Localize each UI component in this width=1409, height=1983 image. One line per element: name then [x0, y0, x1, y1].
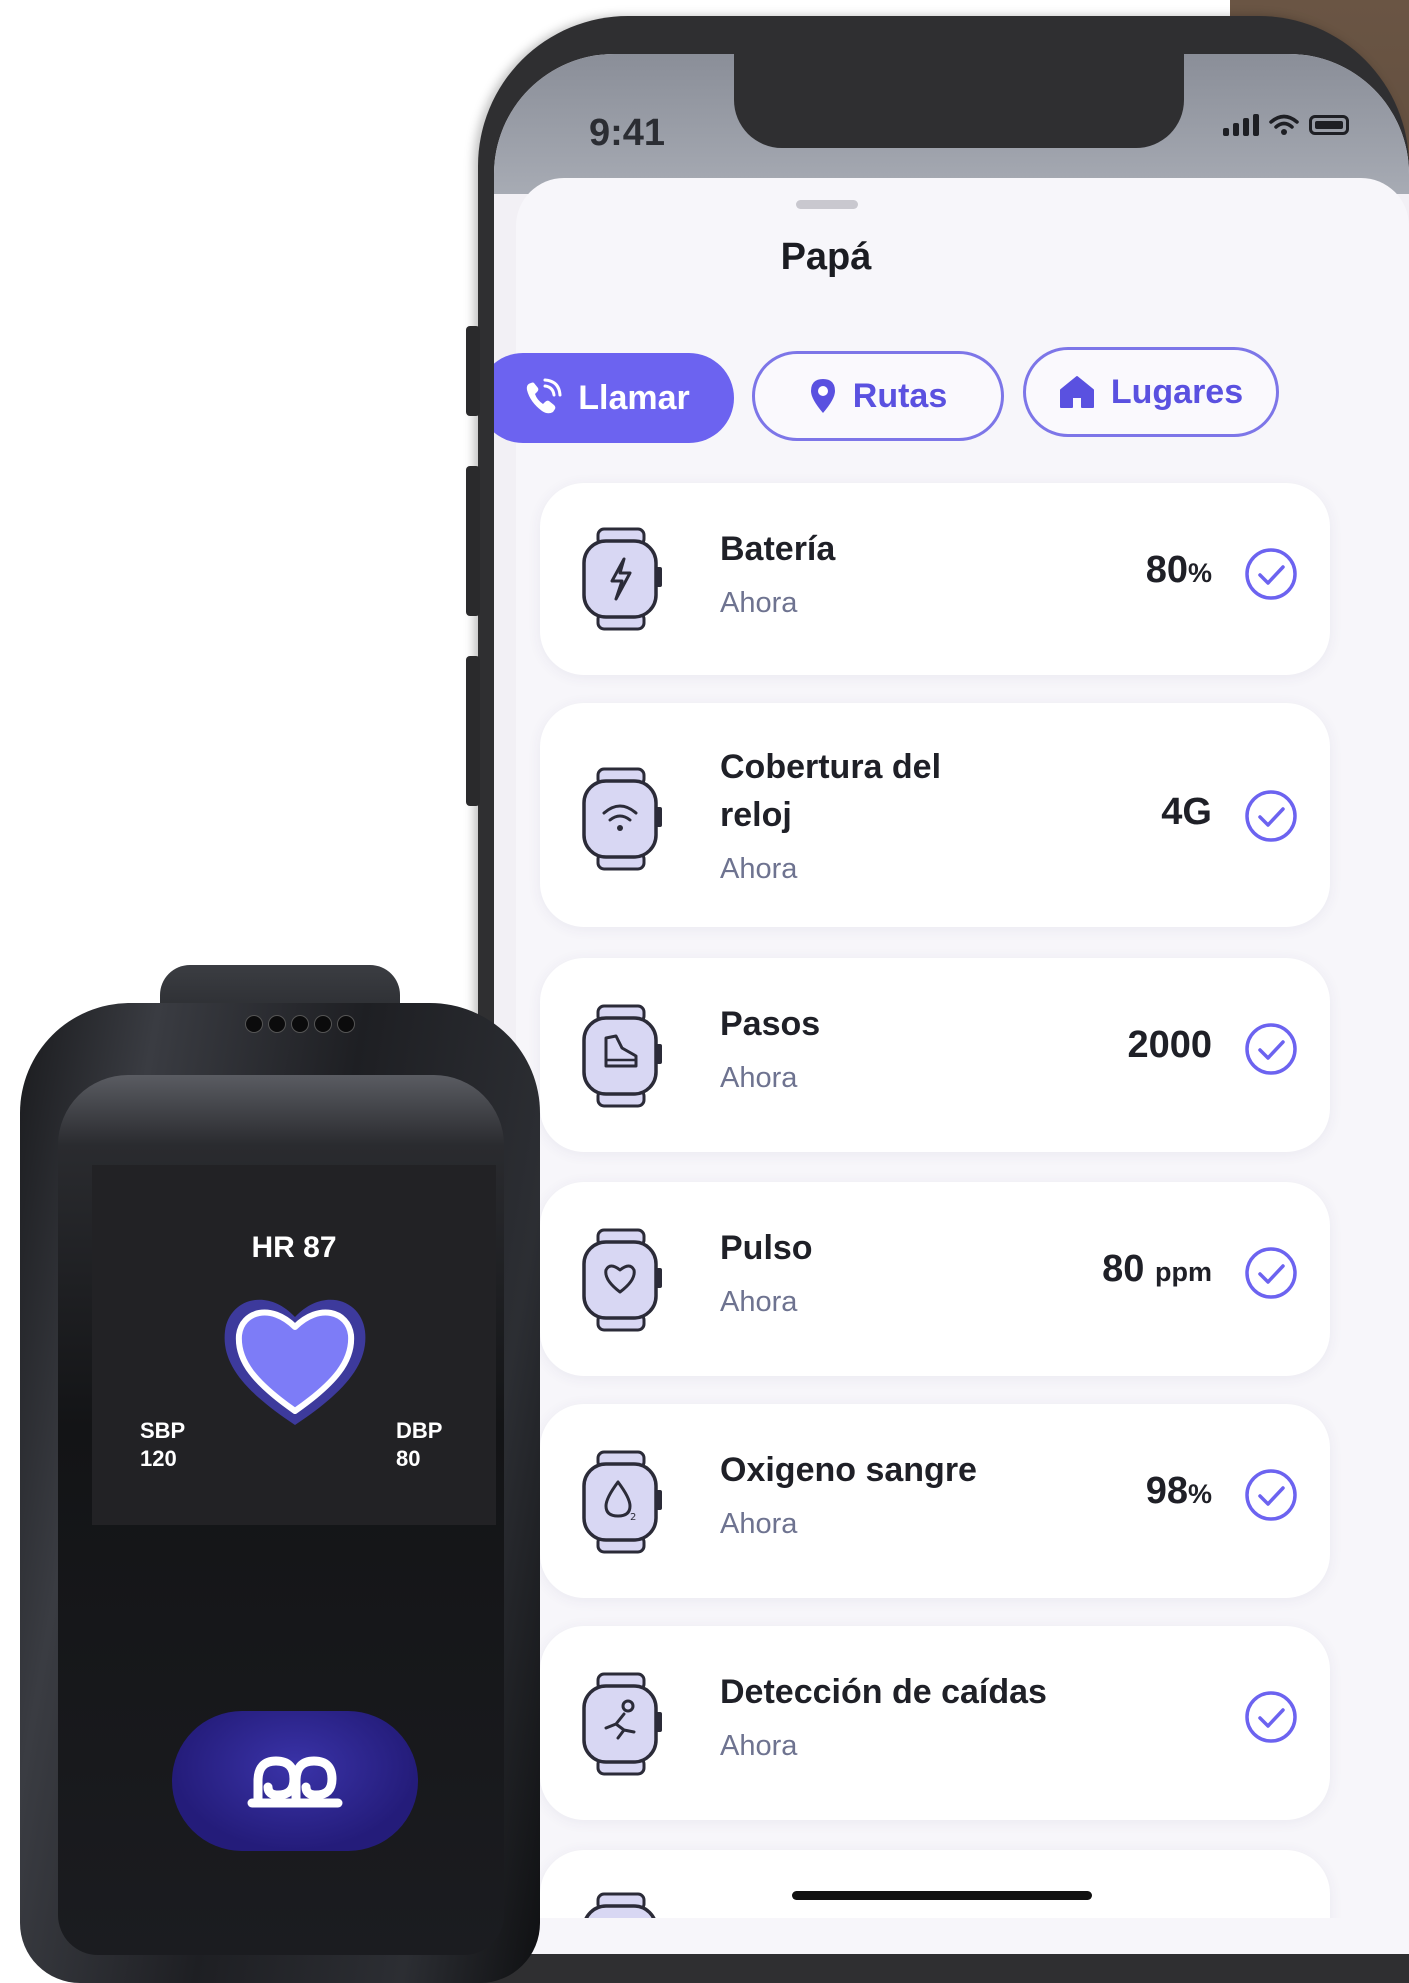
routes-button-label: Rutas	[852, 376, 948, 415]
check-circle-icon	[1245, 1247, 1297, 1299]
check-circle-icon	[1245, 1023, 1297, 1075]
stat-card-oxygen[interactable]: 2 Oxigeno sangre Ahora 98%	[540, 1404, 1330, 1598]
check-circle-icon	[1245, 548, 1297, 600]
stat-card-battery[interactable]: Batería Ahora 80%	[540, 483, 1330, 675]
card-value: 80%	[1145, 549, 1212, 591]
phone-side-button	[466, 326, 480, 416]
card-subtitle: Ahora	[720, 1286, 798, 1318]
card-subtitle: Ahora	[720, 587, 798, 619]
check-circle-icon	[1245, 790, 1297, 842]
bottom-sheet: Papá Llamar Rutas Lugares Batería Ahora …	[494, 178, 1409, 1954]
check-circle-icon	[1245, 1469, 1297, 1521]
sheet-bottom-area	[516, 1918, 1409, 1954]
stat-card-coverage[interactable]: Cobertura del reloj Ahora 4G	[540, 703, 1330, 927]
card-title: Batería	[720, 530, 836, 568]
card-title: Pulso	[720, 1229, 813, 1267]
sbp-readout: SBP 120	[140, 1418, 186, 1471]
phone-screen: 9:41 Papá Llamar Rutas Lugares Batería A…	[494, 54, 1409, 1954]
heart-rate-label: HR 87	[251, 1231, 337, 1264]
places-button[interactable]: Lugares	[1023, 347, 1279, 437]
card-subtitle: Ahora	[720, 1730, 798, 1762]
card-value: 2000	[1127, 1024, 1212, 1066]
routes-button[interactable]: Rutas	[752, 351, 1004, 441]
speaker-grille	[245, 1015, 355, 1033]
watch-wifi-icon	[582, 767, 662, 871]
card-title: Detección de caídas	[720, 1673, 1047, 1711]
sheet-title: Papá	[780, 236, 872, 278]
card-subtitle: Ahora	[720, 853, 798, 885]
phone-volume-up-button	[466, 466, 480, 616]
card-title: Cobertura del reloj	[720, 748, 942, 834]
check-circle-icon	[1245, 1691, 1297, 1743]
map-pin-icon	[810, 379, 835, 413]
watch-heart-icon	[582, 1228, 662, 1332]
wifi-icon	[1269, 114, 1299, 135]
card-value: 98%	[1145, 1470, 1212, 1512]
card-title: Pasos	[720, 1005, 821, 1043]
phone-volume-down-button	[466, 656, 480, 806]
battery-icon	[1309, 115, 1349, 135]
watch-sos-button[interactable]	[172, 1711, 418, 1851]
notch	[734, 54, 1184, 148]
places-button-label: Lugares	[1110, 372, 1244, 411]
status-time: 9:41	[589, 112, 666, 154]
watch-shoe-icon	[582, 1004, 662, 1108]
card-title: Oxigeno sangre	[720, 1451, 977, 1489]
card-value: 80 ppm	[1102, 1248, 1212, 1290]
signal-icon	[1223, 114, 1259, 136]
phone-frame: 9:41 Papá Llamar Rutas Lugares Batería A…	[466, 16, 1409, 1983]
heart-icon	[224, 1299, 366, 1425]
card-subtitle: Ahora	[720, 1062, 798, 1094]
brand-logo-icon	[247, 1756, 343, 1808]
svg-text:2: 2	[630, 1512, 636, 1523]
stat-card-steps[interactable]: Pasos Ahora 2000	[540, 958, 1330, 1152]
watch-battery-icon	[582, 527, 662, 631]
watch-display: HR 87 SBP 120 DBP 80	[92, 1165, 496, 1525]
dbp-readout: DBP 80	[396, 1418, 443, 1471]
sheet-grabber[interactable]	[796, 200, 858, 209]
call-button-label: Llamar	[578, 378, 690, 417]
watch-oxygen-icon: 2	[582, 1450, 662, 1554]
card-value: 4G	[1161, 791, 1212, 833]
home-indicator[interactable]	[792, 1891, 1092, 1900]
stat-card-fall-detection[interactable]: Detección de caídas Ahora	[540, 1626, 1330, 1820]
status-icons	[1223, 114, 1349, 136]
call-button[interactable]: Llamar	[494, 353, 734, 443]
stat-card-pulse[interactable]: Pulso Ahora 80 ppm	[540, 1182, 1330, 1376]
home-icon	[1059, 376, 1094, 408]
smartwatch-device: HR 87 SBP 120 DBP 80	[0, 965, 560, 1983]
card-subtitle: Ahora	[720, 1508, 798, 1540]
phone-call-icon	[527, 378, 562, 414]
watch-fall-icon	[582, 1672, 662, 1776]
